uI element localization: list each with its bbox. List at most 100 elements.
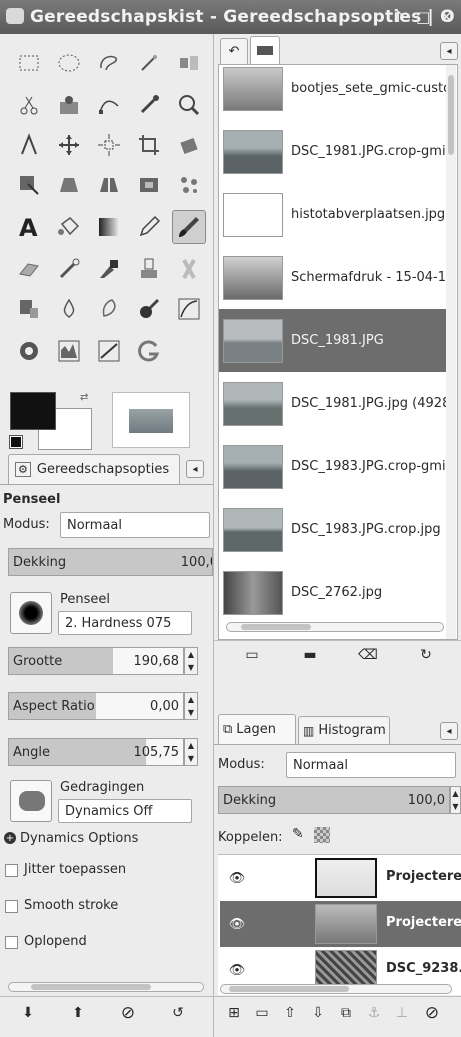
active-image-preview[interactable]: [112, 392, 190, 448]
tool-levels-button[interactable]: [12, 334, 46, 368]
tool-text-button[interactable]: A: [12, 210, 46, 244]
aspect-ratio-spin-buttons[interactable]: ▲ ▼: [184, 692, 198, 720]
tool-pencil-button[interactable]: [132, 210, 166, 244]
tool-crop-button[interactable]: [132, 128, 166, 162]
tool-transform-button[interactable]: [172, 128, 206, 162]
fg-bg-color-selector[interactable]: ⇄: [9, 392, 92, 450]
tool-smudge-button[interactable]: [92, 292, 126, 326]
lock-pixels-icon[interactable]: ✎: [292, 826, 304, 842]
image-list-item[interactable]: histotabverplaatsen.jpg: [219, 183, 447, 246]
restore-options-icon[interactable]: ⬆: [64, 1002, 92, 1024]
angle-slider[interactable]: Angle 105,75: [8, 738, 184, 766]
images-vertical-scrollbar[interactable]: [446, 65, 456, 639]
maximize-button[interactable]: □: [416, 8, 430, 26]
tool-blur-button[interactable]: [52, 292, 86, 326]
image-list-item[interactable]: DSC_1983.JPG.crop.jpg: [219, 498, 447, 561]
layers-list[interactable]: 👁 Projecteren 👁 Projecteren 👁 DSC_9238.tif: [218, 854, 461, 995]
layer-visibility-eye-icon[interactable]: 👁: [226, 871, 248, 886]
tool-curves-button[interactable]: [172, 292, 206, 326]
close-button[interactable]: ✕: [440, 8, 453, 26]
size-slider[interactable]: Grootte 190,68: [8, 647, 184, 675]
delete-options-icon[interactable]: ⊘: [114, 1002, 142, 1024]
tool-ellipse-select-button[interactable]: [52, 46, 86, 80]
default-colors-icon[interactable]: [9, 435, 23, 449]
tool-paintbrush-button[interactable]: [172, 210, 206, 244]
save-options-icon[interactable]: ⬇: [14, 1002, 42, 1024]
incremental-checkbox[interactable]: [5, 936, 18, 949]
jitter-checkbox[interactable]: [5, 864, 18, 877]
layer-visibility-eye-icon[interactable]: 👁: [226, 963, 248, 978]
tool-align-button[interactable]: [92, 128, 126, 162]
size-spin-buttons[interactable]: ▲ ▼: [184, 647, 198, 675]
new-layer-group-icon[interactable]: ▭: [248, 1002, 276, 1024]
dynamics-field[interactable]: Dynamics Off: [58, 799, 192, 823]
tool-blend-button[interactable]: [92, 210, 126, 244]
tool-measure-button[interactable]: [12, 128, 46, 162]
tool-move-button[interactable]: [52, 128, 86, 162]
brush-preview-button[interactable]: [10, 592, 52, 634]
layers-opacity-spin-buttons[interactable]: ▲ ▼: [450, 786, 461, 814]
tool-bucket-fill-button[interactable]: [52, 210, 86, 244]
smooth-stroke-checkbox[interactable]: [5, 900, 18, 913]
new-display-icon[interactable]: ▬: [296, 644, 324, 666]
layers-tab-menu-button[interactable]: ◂: [440, 722, 458, 740]
layers-mode-select[interactable]: Normaal: [286, 752, 456, 778]
tool-perspective-button[interactable]: [52, 168, 86, 202]
layer-row[interactable]: 👁 Projecteren: [220, 855, 461, 901]
tool-scissors-select-button[interactable]: [12, 88, 46, 122]
layers-horizontal-scrollbar[interactable]: [220, 984, 452, 994]
tool-clone-button[interactable]: [132, 252, 166, 286]
tool-color-select-button[interactable]: [172, 46, 206, 80]
expand-icon[interactable]: +: [4, 832, 16, 844]
lower-layer-icon[interactable]: ⇩: [304, 1002, 332, 1024]
keep-above-button[interactable]: ↑: [392, 8, 405, 26]
image-list-item[interactable]: DSC_1981.JPG.crop-gmic: [219, 120, 447, 183]
tab-tool-options[interactable]: ⚙ Gereedschapsopties: [8, 454, 180, 484]
tab-undo-history[interactable]: ↶: [220, 38, 248, 64]
reset-options-icon[interactable]: ↺: [164, 1002, 192, 1024]
tool-warp-transform-button[interactable]: [172, 168, 206, 202]
raise-display-icon[interactable]: ▭: [238, 644, 266, 666]
foreground-color-swatch[interactable]: [10, 392, 56, 430]
images-horizontal-scrollbar[interactable]: [226, 622, 444, 632]
brush-name-field[interactable]: 2. Hardness 075: [58, 611, 192, 635]
image-list-item[interactable]: DSC_1983.JPG.crop-gmic: [219, 435, 447, 498]
tool-ink-button[interactable]: [92, 252, 126, 286]
tool-color-picker-button[interactable]: [132, 88, 166, 122]
images-list[interactable]: bootjes_sete_gmic-custo DSC_1981.JPG.crop…: [218, 64, 458, 640]
dynamics-button[interactable]: [10, 780, 52, 822]
lock-alpha-icon[interactable]: [314, 827, 330, 843]
delete-image-icon[interactable]: ⌫: [354, 644, 382, 666]
opacity-slider[interactable]: Dekking 100,0: [8, 548, 213, 576]
tool-fuzzy-select-button[interactable]: [132, 46, 166, 80]
tool-histogram-button[interactable]: [52, 334, 86, 368]
tool-zoom-button[interactable]: [172, 88, 206, 122]
delete-layer-icon[interactable]: ⊘: [418, 1002, 446, 1024]
images-tab-menu-button[interactable]: ◂: [440, 42, 458, 60]
tool-foreground-select-button[interactable]: [52, 88, 86, 122]
image-list-item[interactable]: DSC_1981.JPG: [219, 309, 447, 372]
image-list-item[interactable]: DSC_1981.JPG.jpg (4928: [219, 372, 447, 435]
tool-flip-button[interactable]: [92, 168, 126, 202]
tool-gegl-button[interactable]: [132, 334, 166, 368]
duplicate-layer-icon[interactable]: ⧉: [332, 1002, 360, 1024]
mode-select[interactable]: Normaal: [60, 512, 210, 538]
tab-images[interactable]: [250, 36, 280, 64]
tool-dodge-burn-button[interactable]: [132, 292, 166, 326]
layers-opacity-slider[interactable]: Dekking 100,0: [218, 786, 450, 814]
tool-options-scrollbar[interactable]: [8, 982, 204, 992]
tool-rect-select-button[interactable]: [12, 46, 46, 80]
tool-cage-transform-button[interactable]: [132, 168, 166, 202]
angle-spin-buttons[interactable]: ▲ ▼: [184, 738, 198, 766]
tab-histogram[interactable]: ▥ Histogram: [298, 716, 390, 744]
refresh-icon[interactable]: ↻: [412, 644, 440, 666]
tool-perspective-clone-button[interactable]: [12, 292, 46, 326]
tool-eraser-button[interactable]: [12, 252, 46, 286]
tab-layers[interactable]: ⧉ Lagen: [218, 714, 296, 744]
raise-layer-icon[interactable]: ⇧: [276, 1002, 304, 1024]
new-layer-icon[interactable]: ⊞: [220, 1002, 248, 1024]
tool-paths-button[interactable]: [92, 88, 126, 122]
layer-row[interactable]: 👁 Projecteren: [220, 901, 461, 947]
image-list-item[interactable]: DSC_2762.jpg: [219, 561, 447, 624]
tool-free-select-button[interactable]: [92, 46, 126, 80]
